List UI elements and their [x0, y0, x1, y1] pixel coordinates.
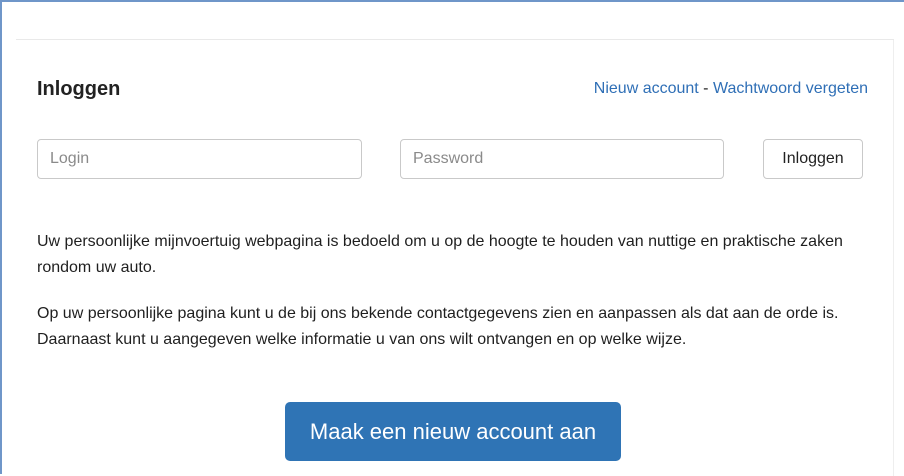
panel-divider-right — [893, 40, 894, 476]
info-paragraph: Op uw persoonlijke pagina kunt u de bij … — [37, 305, 839, 348]
login-input[interactable] — [37, 139, 362, 179]
password-input[interactable] — [400, 139, 724, 179]
links-separator: - — [698, 80, 713, 97]
new-account-link[interactable]: Nieuw account — [594, 80, 699, 97]
intro-paragraph: Uw persoonlijke mijnvoertuig webpagina i… — [37, 233, 843, 276]
account-links: Nieuw account - Wachtwoord vergeten — [594, 80, 868, 98]
login-title: Inloggen — [37, 78, 121, 100]
login-button[interactable]: Inloggen — [763, 139, 863, 179]
forgot-password-link[interactable]: Wachtwoord vergeten — [713, 80, 868, 97]
panel-divider-top — [16, 39, 894, 40]
create-account-button[interactable]: Maak een nieuw account aan — [285, 402, 621, 461]
login-panel-frame: Inloggen Nieuw account - Wachtwoord verg… — [0, 0, 904, 476]
